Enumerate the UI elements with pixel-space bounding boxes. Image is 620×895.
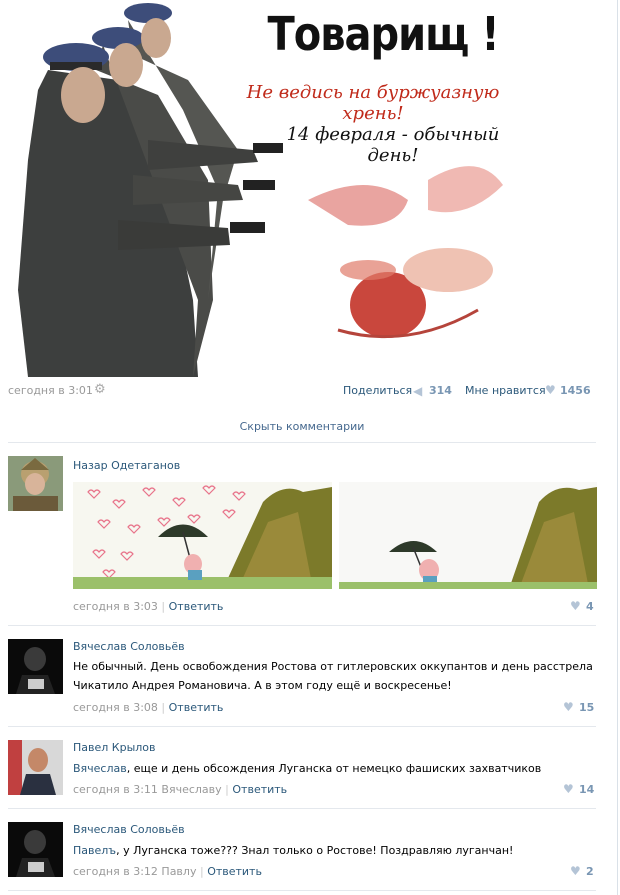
comment-date[interactable]: сегодня в 3:11 <box>73 783 158 796</box>
comment-text: Вячеслав, еще и день обсождения Луганска… <box>73 759 593 778</box>
comment-author[interactable]: Вячеслав Соловьёв <box>73 640 185 653</box>
comment-text-body: , у Луганска тоже??? Знал только о Росто… <box>116 844 514 857</box>
comment-like-count[interactable]: 4 <box>586 600 594 613</box>
comment-attachment-image[interactable] <box>339 482 597 589</box>
meta-separator: | <box>199 865 204 878</box>
gear-icon[interactable]: ⚙ <box>94 382 106 397</box>
avatar[interactable] <box>8 740 63 795</box>
comment-text-body: , еще и день обсождения Луганска от неме… <box>126 762 542 775</box>
divider <box>8 726 596 727</box>
reply-button[interactable]: Ответить <box>169 600 224 613</box>
divider <box>8 625 596 626</box>
like-button[interactable]: Мне нравится <box>465 384 546 397</box>
share-button[interactable]: Поделиться <box>343 384 412 397</box>
avatar[interactable] <box>8 639 63 694</box>
page-border <box>617 0 618 895</box>
comment-text: Павелъ, у Луганска тоже??? Знал только о… <box>73 841 593 860</box>
heart-icon[interactable]: ♥ <box>563 700 574 714</box>
comment-text-line: Чикатило Андрея Романовича. А в этом год… <box>73 679 452 692</box>
reply-to[interactable]: Павлу <box>161 865 196 878</box>
comment-date[interactable]: сегодня в 3:03 <box>73 600 158 613</box>
post-image[interactable]: Товарищ ! Не ведись на буржуазную хрень!… <box>8 0 508 377</box>
share-count[interactable]: 314 <box>429 384 452 397</box>
comment-like-count[interactable]: 2 <box>586 865 594 878</box>
comment-like-count[interactable]: 15 <box>579 701 594 714</box>
comment-text: Не обычный. День освобождения Ростова от… <box>73 657 593 695</box>
comment-meta: сегодня в 3:08 | Ответить <box>73 701 223 714</box>
reply-button[interactable]: Ответить <box>207 865 262 878</box>
comment-date[interactable]: сегодня в 3:08 <box>73 701 158 714</box>
post-footer: сегодня в 3:01 ⚙ Поделиться ◀ 314 Мне нр… <box>8 382 596 402</box>
heart-icon[interactable]: ♥ <box>563 782 574 796</box>
post-date[interactable]: сегодня в 3:01 <box>8 384 93 397</box>
poster-line1: Не ведись на буржуазную хрень! <box>246 82 500 124</box>
meta-separator: | <box>225 783 229 796</box>
heart-icon[interactable]: ♥ <box>570 864 581 878</box>
comment-meta: сегодня в 3:12 Павлу | Ответить <box>73 865 262 878</box>
reply-button[interactable]: Ответить <box>169 701 224 714</box>
heart-icon[interactable]: ♥ <box>545 383 556 397</box>
meta-separator: | <box>161 701 166 714</box>
heart-icon[interactable]: ♥ <box>570 599 581 613</box>
comment-meta: сегодня в 3:03 | Ответить <box>73 600 223 613</box>
comment-date[interactable]: сегодня в 3:12 <box>73 865 158 878</box>
avatar[interactable] <box>8 456 63 511</box>
poster-line2: 14 февраля - обычный день! <box>286 124 500 166</box>
mention-link[interactable]: Павелъ <box>73 844 116 857</box>
comment-author[interactable]: Назар Одетаганов <box>73 459 180 472</box>
mention-link[interactable]: Вячеслав <box>73 762 127 775</box>
reply-to[interactable]: Вячеславу <box>161 783 221 796</box>
avatar[interactable] <box>8 822 63 877</box>
comment-author[interactable]: Павел Крылов <box>73 741 156 754</box>
meta-separator: | <box>161 600 166 613</box>
poster-title: Товарищ ! <box>267 8 499 62</box>
comment-author[interactable]: Вячеслав Соловьёв <box>73 823 185 836</box>
divider <box>8 808 596 809</box>
hide-comments-link[interactable]: Скрыть комментарии <box>8 420 596 433</box>
megaphone-icon[interactable]: ◀ <box>413 384 422 398</box>
comment-like-count[interactable]: 14 <box>579 783 594 796</box>
comment-text-line: Не обычный. День освобождения Ростова от… <box>73 660 593 673</box>
divider <box>8 890 596 891</box>
divider <box>8 442 596 443</box>
like-count[interactable]: 1456 <box>560 384 591 397</box>
comment-meta: сегодня в 3:11 Вячеславу | Ответить <box>73 783 287 796</box>
comment-attachment-image[interactable] <box>73 482 332 589</box>
reply-button[interactable]: Ответить <box>232 783 287 796</box>
